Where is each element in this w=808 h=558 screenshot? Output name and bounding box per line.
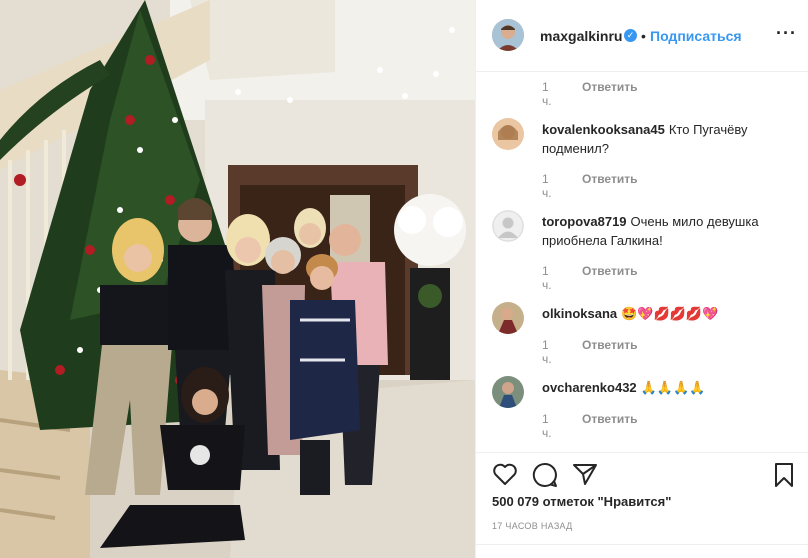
photo-illustration [0, 0, 475, 558]
post-photo[interactable] [0, 0, 475, 558]
post-actions [476, 452, 808, 497]
post-time-ago[interactable]: 17 ЧАСОВ НАЗАД [492, 521, 573, 531]
commenter-username[interactable]: ovcharenko432 [542, 380, 637, 395]
commenter-avatar[interactable] [492, 118, 524, 150]
comment-time[interactable]: 1 ч. [542, 80, 552, 108]
divider [476, 544, 808, 545]
commenter-avatar-image [492, 118, 524, 150]
reply-button[interactable]: Ответить [582, 412, 637, 426]
comment-body: 🤩💖💋💋💋💖 [621, 306, 719, 321]
post-header: maxgalkinru ✓ • Подписаться ··· [476, 0, 808, 72]
author-username[interactable]: maxgalkinru [540, 28, 622, 44]
header-separator: • [641, 28, 646, 44]
comment-icon[interactable] [532, 462, 558, 493]
commenter-avatar[interactable] [492, 210, 524, 242]
comment-time[interactable]: 1 ч. [542, 172, 552, 200]
reply-button[interactable]: Ответить [582, 172, 637, 186]
comment-time[interactable]: 1 ч. [542, 338, 552, 366]
comment-body: 🙏🙏🙏🙏 [640, 380, 706, 395]
bookmark-icon[interactable] [774, 462, 794, 493]
follow-button[interactable]: Подписаться [650, 28, 742, 44]
comment-text: ovcharenko432 🙏🙏🙏🙏 [542, 378, 782, 397]
commenter-username[interactable]: kovalenkooksana45 [542, 122, 665, 137]
share-icon[interactable] [572, 462, 598, 491]
commenter-username[interactable]: toropova8719 [542, 214, 627, 229]
comment-text: olkinoksana 🤩💖💋💋💋💖 [542, 304, 782, 323]
reply-button[interactable]: Ответить [582, 264, 637, 278]
commenter-avatar[interactable] [492, 376, 524, 408]
author-avatar[interactable] [492, 19, 524, 51]
reply-button[interactable]: Ответить [582, 80, 637, 94]
comment-time[interactable]: 1 ч. [542, 264, 552, 292]
comment-text: kovalenkooksana45 Кто Пугачёву подменил? [542, 120, 782, 158]
comment-time[interactable]: 1 ч. [542, 412, 552, 440]
commenter-username[interactable]: olkinoksana [542, 306, 617, 321]
commenter-avatar[interactable] [492, 302, 524, 334]
post-panel: maxgalkinru ✓ • Подписаться ··· 1 ч. Отв… [475, 0, 808, 558]
verified-badge-icon: ✓ [624, 29, 637, 42]
author-avatar-image [492, 19, 524, 51]
heart-icon[interactable] [492, 462, 518, 491]
commenter-avatar-image [492, 302, 524, 334]
comment-text: toropova8719 Очень мило девушка приобнела… [542, 212, 782, 250]
likes-count[interactable]: 500 079 отметок "Нравится" [492, 494, 671, 509]
reply-button[interactable]: Ответить [582, 338, 637, 352]
default-avatar-icon [492, 210, 524, 242]
more-options-icon[interactable]: ··· [776, 23, 797, 44]
commenter-avatar-image [492, 376, 524, 408]
